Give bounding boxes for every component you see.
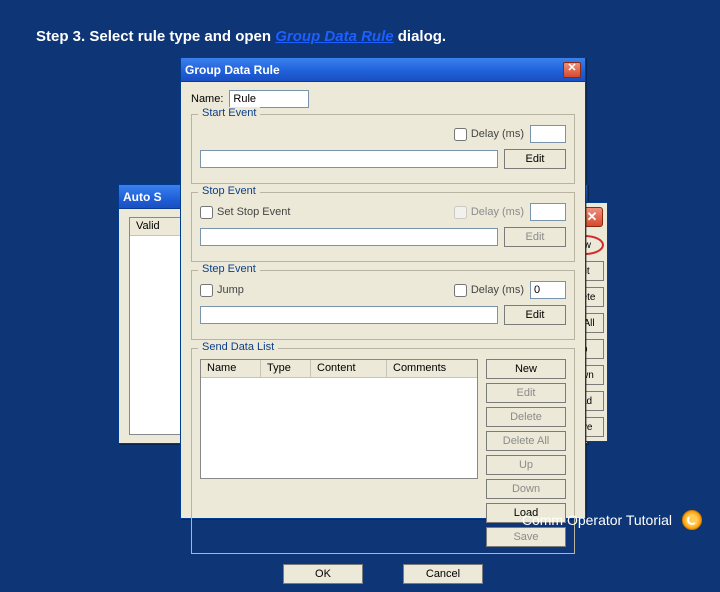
step-edit-button[interactable]: Edit xyxy=(504,305,566,325)
step-event-field[interactable] xyxy=(200,306,498,324)
step-heading: Step 3. Select rule type and open Group … xyxy=(36,28,446,45)
group-label: Send Data List xyxy=(198,341,278,353)
start-event-group: Start Event Delay (ms) Edit xyxy=(191,114,575,184)
group-label: Stop Event xyxy=(198,185,260,197)
ok-button[interactable]: OK xyxy=(283,564,363,584)
titlebar: Group Data Rule ✕ xyxy=(181,58,585,82)
list-new-button[interactable]: New xyxy=(486,359,566,379)
step-delay-field[interactable] xyxy=(530,281,566,299)
stop-delay-label: Delay (ms) xyxy=(471,206,524,218)
name-field[interactable] xyxy=(229,90,309,108)
jump-check[interactable] xyxy=(200,284,213,297)
set-stop-check[interactable] xyxy=(200,206,213,219)
start-edit-button[interactable]: Edit xyxy=(504,149,566,169)
col-comments: Comments xyxy=(387,360,477,377)
start-delay-check[interactable] xyxy=(454,128,467,141)
col-type: Type xyxy=(261,360,311,377)
list-header: Name Type Content Comments xyxy=(201,360,477,378)
start-event-field[interactable] xyxy=(200,150,498,168)
list-edit-button: Edit xyxy=(486,383,566,403)
send-data-list[interactable]: Name Type Content Comments xyxy=(200,359,478,479)
col-content: Content xyxy=(311,360,387,377)
name-label: Name: xyxy=(191,93,223,105)
list-body[interactable] xyxy=(201,378,477,478)
jump-label: Jump xyxy=(217,284,244,296)
stop-event-field xyxy=(200,228,498,246)
send-data-list-group: Send Data List Name Type Content Comment… xyxy=(191,348,575,554)
group-label: Start Event xyxy=(198,107,260,119)
list-down-button: Down xyxy=(486,479,566,499)
stop-edit-button: Edit xyxy=(504,227,566,247)
set-stop-label: Set Stop Event xyxy=(217,206,290,218)
stop-delay-field xyxy=(530,203,566,221)
start-delay-field[interactable] xyxy=(530,125,566,143)
step-delay-label: Delay (ms) xyxy=(471,284,524,296)
col-name: Name xyxy=(201,360,261,377)
dialog-title: Group Data Rule xyxy=(185,63,563,77)
footer-text: Comm Operator Tutorial xyxy=(522,512,672,528)
list-save-button: Save xyxy=(486,527,566,547)
step-delay-check[interactable] xyxy=(454,284,467,297)
close-icon[interactable]: ✕ xyxy=(563,62,581,78)
list-delete-button: Delete xyxy=(486,407,566,427)
stop-delay-check xyxy=(454,206,467,219)
logo-icon xyxy=(682,510,702,530)
group-label: Step Event xyxy=(198,263,260,275)
list-up-button: Up xyxy=(486,455,566,475)
stop-event-group: Stop Event Set Stop Event Delay (ms) Edi… xyxy=(191,192,575,262)
step-event-group: Step Event Jump Delay (ms) Edit xyxy=(191,270,575,340)
list-delete-all-button: Delete All xyxy=(486,431,566,451)
cancel-button[interactable]: Cancel xyxy=(403,564,483,584)
group-data-rule-dialog: Group Data Rule ✕ Name: Start Event Dela… xyxy=(180,57,586,519)
start-delay-label: Delay (ms) xyxy=(471,128,524,140)
